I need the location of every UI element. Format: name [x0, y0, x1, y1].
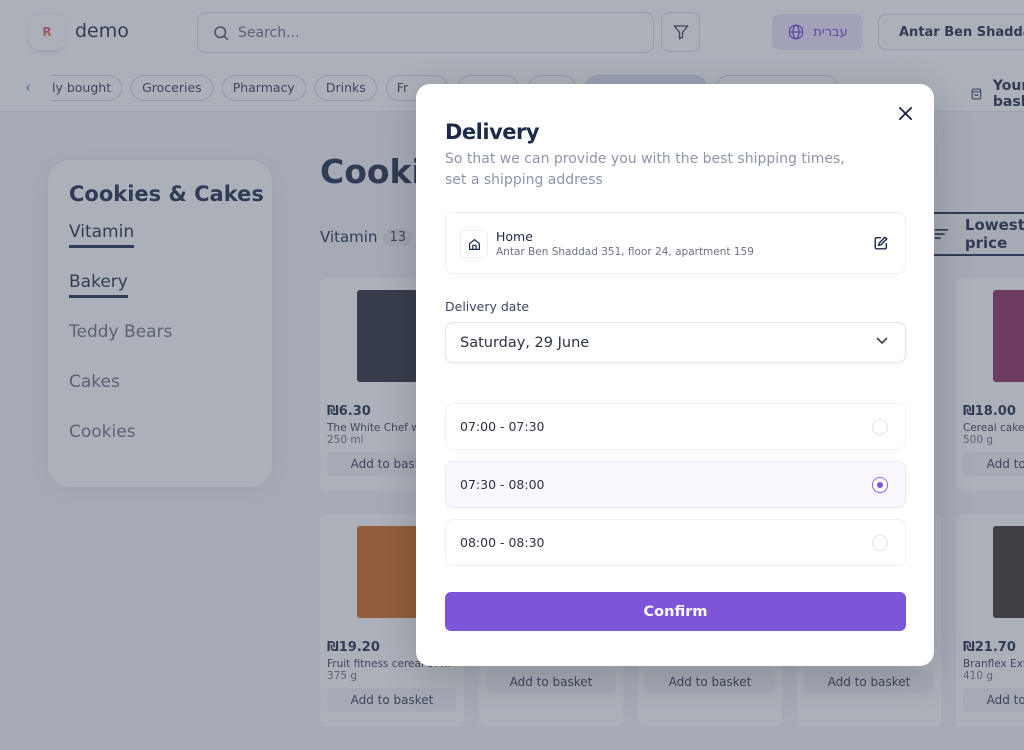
- radio-button-checked[interactable]: [872, 477, 888, 493]
- home-icon: [460, 230, 488, 258]
- chevron-down-icon: [876, 337, 888, 345]
- address-card[interactable]: Home Antar Ben Shaddad 351, floor 24, ap…: [445, 212, 906, 274]
- delivery-date-select[interactable]: Saturday, 29 June: [445, 322, 906, 363]
- time-slot-label: 08:00 - 08:30: [460, 535, 545, 550]
- time-slot-option[interactable]: 07:00 - 07:30: [445, 403, 906, 450]
- address-line: Antar Ben Shaddad 351, floor 24, apartme…: [496, 246, 754, 258]
- close-icon: [898, 106, 912, 120]
- delivery-date-value: Saturday, 29 June: [460, 334, 590, 351]
- close-button[interactable]: [894, 102, 916, 124]
- confirm-button[interactable]: Confirm: [445, 592, 906, 631]
- modal-subtitle: So that we can provide you with the best…: [445, 151, 845, 188]
- delivery-modal: Delivery So that we can provide you with…: [416, 84, 934, 666]
- radio-button[interactable]: [872, 535, 888, 551]
- time-slot-label: 07:00 - 07:30: [460, 419, 545, 434]
- edit-address-button[interactable]: [873, 235, 891, 253]
- time-slot-option-selected[interactable]: 07:30 - 08:00: [445, 461, 906, 508]
- time-slot-option[interactable]: 08:00 - 08:30: [445, 519, 906, 566]
- edit-icon: [874, 236, 888, 250]
- address-name: Home: [496, 229, 533, 244]
- modal-title: Delivery: [445, 120, 540, 144]
- time-slot-label: 07:30 - 08:00: [460, 477, 545, 492]
- delivery-date-label: Delivery date: [445, 299, 530, 314]
- radio-button[interactable]: [872, 419, 888, 435]
